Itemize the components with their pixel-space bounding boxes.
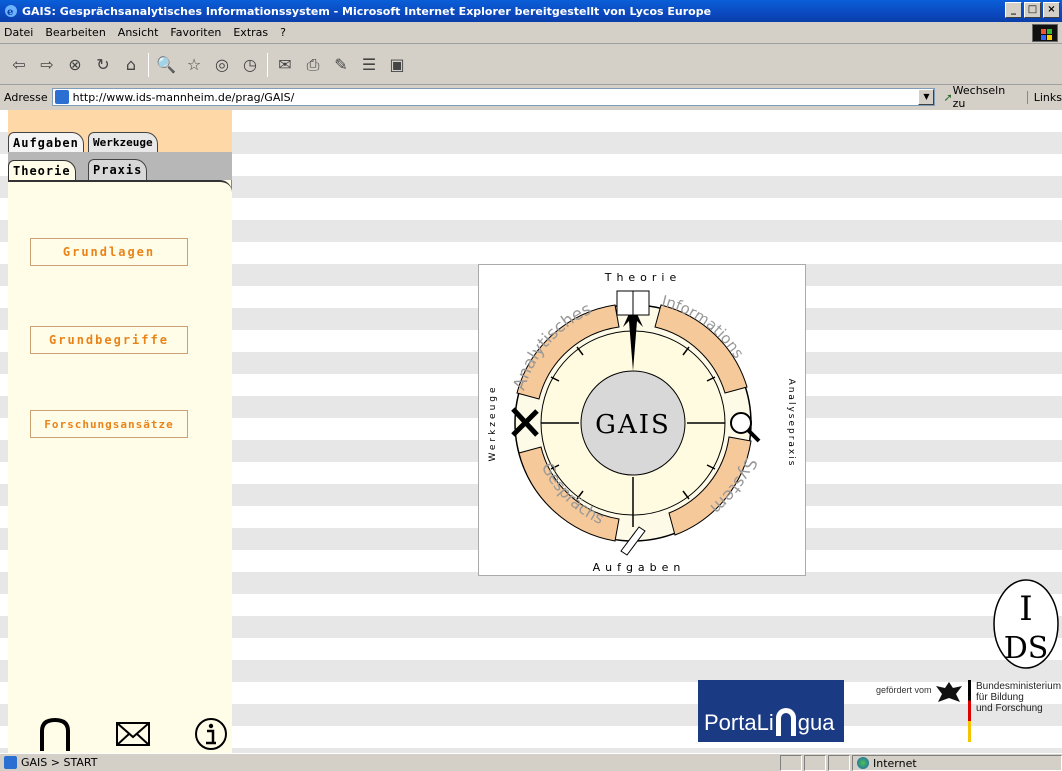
media-icon[interactable]: ◎	[211, 54, 233, 76]
info-icon[interactable]	[194, 717, 228, 751]
nav-panel: Grundlagen Grundbegriffe Forschungsansät…	[8, 180, 232, 753]
page-icon	[54, 90, 69, 104]
ie-icon: e	[5, 5, 17, 18]
gefoerdert-text: gefördert vom	[876, 685, 932, 695]
home-arch-icon[interactable]	[38, 717, 72, 751]
logo-center-text: GAIS	[595, 410, 671, 440]
go-arrow-icon[interactable]: ➚	[943, 91, 952, 104]
menu-bearbeiten[interactable]: Bearbeiten	[45, 26, 105, 39]
tab-werkzeuge[interactable]: Werkzeuge	[88, 132, 158, 154]
address-bar: Adresse http://www.ids-mannheim.de/prag/…	[0, 84, 1062, 110]
menu-datei[interactable]: Datei	[4, 26, 33, 39]
windows-logo-icon	[1032, 24, 1058, 42]
globe-icon	[857, 757, 869, 769]
window-title: GAIS: Gesprächsanalytisches Informations…	[22, 4, 712, 18]
dropdown-arrow-icon[interactable]: ▼	[918, 89, 935, 105]
edit-icon[interactable]: ✎	[330, 54, 352, 76]
logo-label-top: Theorie	[604, 271, 682, 284]
bottom-icons	[38, 717, 228, 751]
tab-praxis[interactable]: Praxis	[88, 159, 148, 181]
gais-diagram: GAIS Theorie Aufgaben Werkzeuge Analysep…	[488, 271, 796, 574]
menu-extras[interactable]: Extras	[233, 26, 268, 39]
gais-logo[interactable]: GAIS Theorie Aufgaben Werkzeuge Analysep…	[478, 264, 806, 576]
history-icon[interactable]: ◷	[239, 54, 261, 76]
forward-icon[interactable]: ⇨	[36, 54, 58, 76]
discuss-icon[interactable]: ☰	[358, 54, 380, 76]
window-controls: _ □ ×	[1005, 2, 1060, 18]
bmbf-line-1: Bundesministerium	[976, 681, 1062, 692]
back-icon[interactable]: ⇦	[8, 54, 30, 76]
toolbar-separator	[148, 52, 149, 77]
nav-button-grundlagen[interactable]: Grundlagen	[30, 238, 188, 266]
tab-theorie[interactable]: Theorie	[8, 160, 76, 180]
bmbf-text: Bundesministerium für Bildung und Forsch…	[976, 681, 1062, 714]
favorites-icon[interactable]: ☆	[183, 54, 205, 76]
svg-text:DS: DS	[1004, 631, 1049, 666]
menu-bar: Datei Bearbeiten Ansicht Favoriten Extra…	[0, 22, 1062, 44]
ids-logo[interactable]: I DS	[992, 578, 1060, 670]
menu-help[interactable]: ?	[280, 26, 286, 39]
status-cell	[804, 755, 826, 771]
nav-button-forschungsansaetze[interactable]: Forschungsansätze	[30, 410, 188, 438]
logo-label-left: Werkzeuge	[488, 384, 498, 461]
portalingua-banner[interactable]: PortaLi gua	[698, 680, 844, 742]
toolbar-separator	[267, 52, 268, 77]
status-bar: GAIS > START Internet	[0, 753, 1062, 771]
nav-button-grundbegriffe[interactable]: Grundbegriffe	[30, 326, 188, 354]
zone-text: Internet	[873, 756, 917, 770]
title-bar: e GAIS: Gesprächsanalytisches Informatio…	[0, 0, 1062, 22]
refresh-icon[interactable]: ↻	[92, 54, 114, 76]
bmbf-line-3: und Forschung	[976, 703, 1043, 714]
svg-text:e: e	[7, 7, 13, 18]
maximize-button[interactable]: □	[1024, 2, 1041, 18]
address-input[interactable]: http://www.ids-mannheim.de/prag/GAIS/ ▼	[51, 88, 936, 106]
menu-favoriten[interactable]: Favoriten	[170, 26, 221, 39]
federal-eagle-icon	[936, 682, 962, 702]
address-url[interactable]: http://www.ids-mannheim.de/prag/GAIS/	[73, 91, 295, 104]
logo-label-bottom: Aufgaben	[593, 561, 686, 574]
browser-window: e GAIS: Gesprächsanalytisches Informatio…	[0, 0, 1062, 771]
home-icon[interactable]: ⌂	[120, 54, 142, 76]
status-cells: Internet	[778, 755, 1062, 771]
go-button[interactable]: Wechseln zu	[953, 84, 1019, 110]
mail-icon[interactable]: ✉	[274, 54, 296, 76]
messenger-icon[interactable]: ▣	[386, 54, 408, 76]
close-button[interactable]: ×	[1043, 2, 1060, 18]
zone-indicator: Internet	[852, 755, 1062, 771]
print-icon[interactable]: ⎙	[302, 54, 324, 76]
menu-ansicht[interactable]: Ansicht	[118, 26, 159, 39]
bmbf-line-2: für Bildung	[976, 692, 1024, 703]
portalingua-left: PortaLi	[704, 710, 774, 735]
german-flag-bar	[968, 680, 971, 742]
mail-envelope-icon[interactable]	[116, 717, 150, 751]
page-content: Aufgaben Werkzeuge Praxis Theorie Grundl…	[0, 110, 1062, 753]
status-text: GAIS > START	[21, 756, 98, 769]
search-icon[interactable]: 🔍	[155, 54, 177, 76]
links-button[interactable]: Links	[1026, 90, 1062, 104]
minimize-button[interactable]: _	[1005, 2, 1022, 18]
portalingua-right: gua	[797, 710, 835, 735]
tabs-row-top: Aufgaben Werkzeuge	[8, 110, 232, 154]
left-navigation-pane: Aufgaben Werkzeuge Praxis Theorie Grundl…	[8, 110, 232, 753]
address-label: Adresse	[4, 90, 48, 104]
status-cell	[780, 755, 802, 771]
svg-text:I: I	[1019, 589, 1032, 629]
logo-label-right: Analysepraxis	[786, 379, 796, 468]
status-cell	[828, 755, 850, 771]
tab-aufgaben[interactable]: Aufgaben	[8, 132, 84, 152]
status-page-icon	[4, 756, 17, 769]
stop-icon[interactable]: ⊗	[64, 54, 86, 76]
toolbar: ⇦ ⇨ ⊗ ↻ ⌂ 🔍 ☆ ◎ ◷ ✉ ⎙ ✎ ☰ ▣	[0, 45, 1062, 85]
portalingua-n-glyph	[775, 708, 796, 736]
